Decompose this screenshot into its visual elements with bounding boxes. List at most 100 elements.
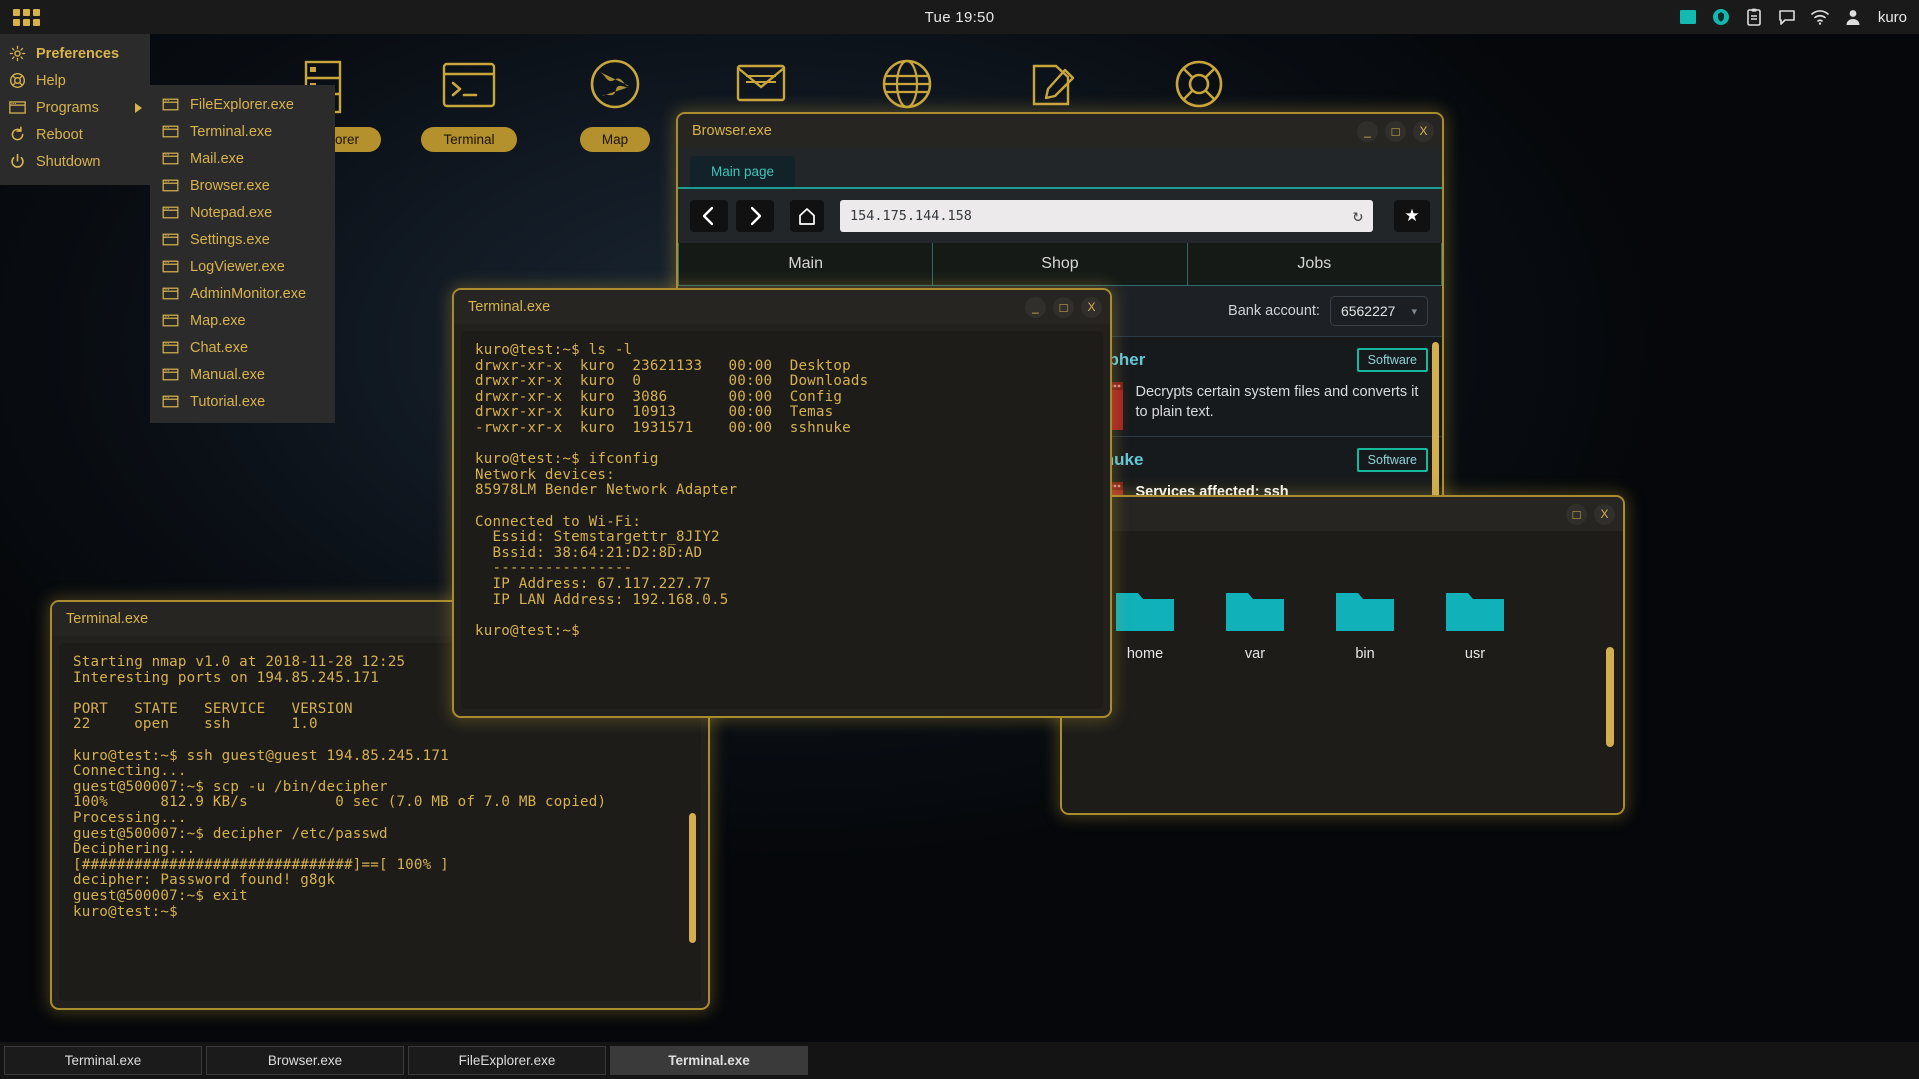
maximize-button[interactable]: □ [1053,296,1074,318]
shield-icon[interactable] [1711,7,1731,27]
submenu-item-tutorial[interactable]: Tutorial.exe [150,388,335,415]
menu-item-programs[interactable]: Programs [0,94,150,121]
window-icon [162,314,179,327]
gear-icon [9,45,26,62]
person-icon[interactable] [1843,7,1863,27]
desktop-icon-terminal[interactable]: Terminal [396,52,542,152]
taskbar-item-terminal-1[interactable]: Terminal.exe [4,1046,202,1075]
submenu-label: Terminal.exe [190,123,273,140]
back-icon[interactable] [690,200,728,232]
desktop-icon-help[interactable] [1126,52,1272,152]
minimize-button[interactable]: _ [1357,120,1378,142]
submenu-item-mail[interactable]: Mail.exe [150,145,335,172]
browser-tabstrip: Main page [678,148,1442,189]
page-tab-main[interactable]: Main [678,243,934,285]
page-tab-jobs[interactable]: Jobs [1187,243,1442,285]
submenu-label: Chat.exe [190,339,249,356]
menu-item-reboot[interactable]: Reboot [0,121,150,148]
desktop-icon-mail[interactable] [688,52,834,152]
terminal-titlebar[interactable]: Terminal.exe _ □ X [454,290,1110,324]
chat-icon[interactable] [1777,7,1797,27]
reload-icon[interactable]: ↻ [1353,206,1363,226]
power-icon [11,153,24,168]
folder-label: var [1244,646,1266,662]
globe-icon [874,52,940,118]
wifi-icon[interactable] [1810,7,1830,27]
username-label: kuro [1877,8,1907,26]
menu-label: Shutdown [36,153,101,170]
desktop-icon-globe[interactable] [834,52,980,152]
window-icon [162,233,179,246]
status-badge: Software [1356,448,1428,472]
bookmark-icon[interactable]: ★ [1394,200,1430,232]
submenu-item-adminmonitor[interactable]: AdminMonitor.exe [150,280,335,307]
window-icon [162,98,179,111]
submenu-item-map[interactable]: Map.exe [150,307,335,334]
software-card[interactable]: decipher Software Decrypts certain syste… [1060,337,1442,437]
submenu-item-notepad[interactable]: Notepad.exe [150,199,335,226]
window-icon [162,206,179,219]
home-icon[interactable] [790,200,824,232]
submenu-item-browser[interactable]: Browser.exe [150,172,335,199]
file-explorer-scrollbar[interactable] [1606,647,1614,747]
file-explorer-titlebar[interactable]: □ X [1062,497,1623,531]
menu-item-shutdown[interactable]: Shutdown [0,148,150,175]
menu-item-preferences[interactable]: Preferences [0,40,150,67]
submenu-item-terminal[interactable]: Terminal.exe [150,118,335,145]
chevron-down-icon: ▾ [1411,305,1417,318]
folder-label: bin [1355,646,1375,662]
close-button[interactable]: X [1413,120,1434,142]
submenu-label: Manual.exe [190,366,265,383]
submenu-label: FileExplorer.exe [190,96,294,113]
desktop: Tue 19:50 kuro Preferences Help Programs [0,0,1919,1079]
submenu-item-fileexplorer[interactable]: FileExplorer.exe [150,91,335,118]
window-icon [162,341,179,354]
menu-label: Help [36,72,66,89]
folder-label: home [1126,646,1164,662]
url-input[interactable]: 154.175.144.158 ↻ [840,200,1373,232]
minimize-button[interactable]: _ [1025,296,1046,318]
square-teal-icon[interactable] [1678,7,1698,27]
top-bar: Tue 19:50 kuro [0,0,1919,34]
submenu-item-manual[interactable]: Manual.exe [150,361,335,388]
maximize-button[interactable]: □ [1566,503,1587,525]
maximize-button[interactable]: □ [1385,120,1406,142]
taskbar-item-browser[interactable]: Browser.exe [206,1046,404,1075]
file-explorer-window[interactable]: □ X home var bin usr [1060,495,1625,815]
browser-tab-main-page[interactable]: Main page [690,156,796,187]
terminal-window-foreground[interactable]: Terminal.exe _ □ X kuro@test:~$ ls -l dr… [452,288,1112,718]
forward-icon[interactable] [736,200,774,232]
close-button[interactable]: X [1081,296,1102,318]
submenu-item-settings[interactable]: Settings.exe [150,226,335,253]
refresh-icon [11,126,24,141]
window-icon [162,395,179,408]
submenu-label: Mail.exe [190,150,244,167]
taskbar-item-fileexplorer[interactable]: FileExplorer.exe [408,1046,606,1075]
submenu-item-chat[interactable]: Chat.exe [150,334,335,361]
folder-icon [1336,593,1394,631]
terminal-output-area[interactable]: kuro@test:~$ ls -l drwxr-xr-x kuro 23621… [461,331,1103,709]
page-tab-shop[interactable]: Shop [933,243,1188,285]
software-description: Decrypts certain system files and conver… [1135,384,1419,420]
url-text: 154.175.144.158 [850,208,972,224]
folder-item-usr[interactable]: usr [1420,587,1530,662]
terminal-scrollbar[interactable] [689,813,696,943]
file-explorer-content: home var bin usr [1062,531,1623,813]
desktop-icon-map[interactable]: Map [542,52,688,152]
menu-item-help[interactable]: Help [0,67,150,94]
menu-label: Preferences [36,45,120,62]
folder-item-bin[interactable]: bin [1310,587,1420,662]
mail-icon [728,52,794,118]
folder-item-var[interactable]: var [1200,587,1310,662]
window-icon [162,152,179,165]
clipboard-icon[interactable] [1744,7,1764,27]
taskbar-item-terminal-2[interactable]: Terminal.exe [610,1046,808,1075]
desktop-icon-notepad[interactable] [980,52,1126,152]
close-button[interactable]: X [1594,503,1615,525]
status-badge: Software [1356,348,1428,372]
clock: Tue 19:50 [924,8,995,26]
browser-toolbar: 154.175.144.158 ↻ ★ [678,189,1442,243]
bank-account-select[interactable]: 6562227 ▾ [1329,296,1428,326]
submenu-item-logviewer[interactable]: LogViewer.exe [150,253,335,280]
lifebuoy-icon [1166,52,1232,118]
